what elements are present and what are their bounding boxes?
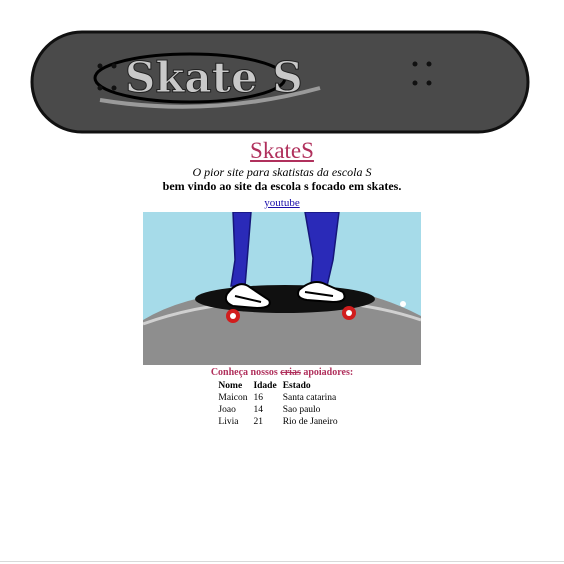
supporters-heading: Conheça nossos crias apoiadores: <box>0 367 564 379</box>
youtube-link[interactable]: youtube <box>264 197 299 210</box>
cell-idade: 21 <box>253 417 263 427</box>
cell-nome: Maicon <box>218 393 248 403</box>
site-title: SkateS <box>250 138 314 163</box>
page-divider <box>0 561 564 562</box>
table-row: Joao 14 Sao paulo <box>216 405 339 415</box>
cell-estado: Sao paulo <box>282 405 321 415</box>
skateboard-banner: Skate S <box>30 30 530 134</box>
main-content: SkateS O pior site para skatistas da esc… <box>0 138 564 429</box>
table-row: Maicon 16 Santa catarina <box>216 393 339 403</box>
supporters-heading-part1: Conheça nossos <box>210 367 278 378</box>
banner-logo-text: Skate S <box>125 53 303 102</box>
cell-idade: 14 <box>253 405 263 415</box>
cell-nome: Livia <box>218 417 239 427</box>
supporters-table: Nome Idade Estado Maicon 16 Santa catari… <box>214 379 341 429</box>
table-row: Livia 21 Rio de Janeiro <box>216 417 339 427</box>
welcome-text: bem vindo ao site da escola s focado em … <box>162 179 402 193</box>
supporters-heading-part2: apoiadores: <box>303 367 354 378</box>
table-header-row: Nome Idade Estado <box>216 381 339 391</box>
cell-idade: 16 <box>253 393 263 403</box>
cell-nome: Joao <box>218 405 236 415</box>
column-header-idade: Idade <box>253 381 277 391</box>
column-header-nome: Nome <box>218 381 243 391</box>
supporters-heading-strike: crias <box>280 367 301 378</box>
cell-estado: Rio de Janeiro <box>282 417 338 427</box>
tagline: O pior site para skatistas da escola S <box>192 165 372 179</box>
cell-estado: Santa catarina <box>282 393 337 403</box>
column-header-estado: Estado <box>282 381 311 391</box>
skater-image <box>143 212 421 365</box>
